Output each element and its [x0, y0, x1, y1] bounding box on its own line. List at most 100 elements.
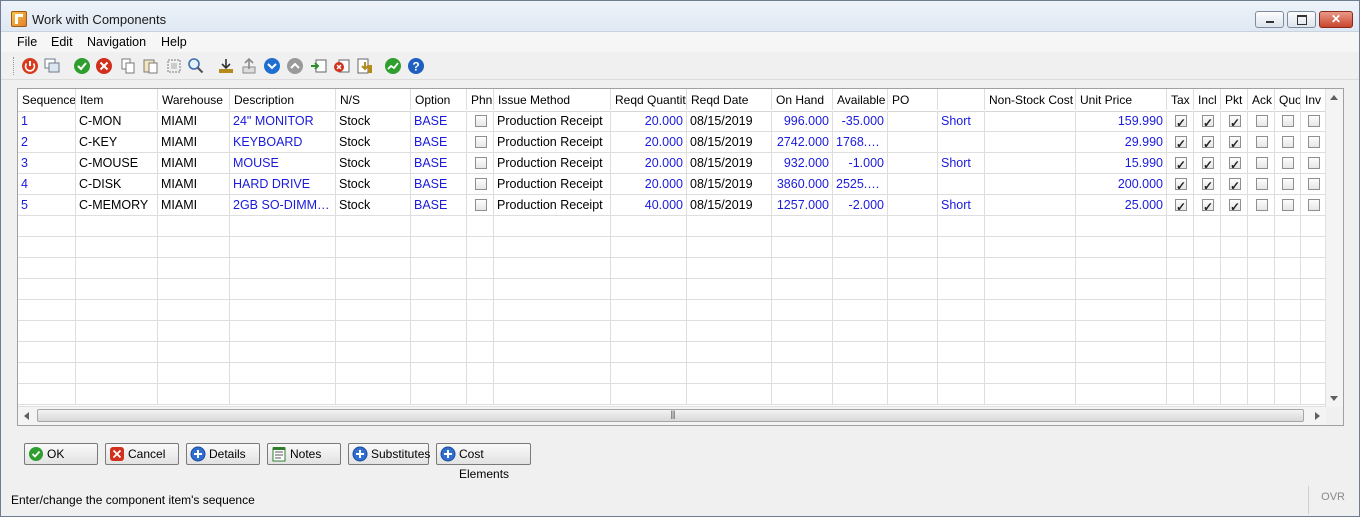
empty-cell[interactable] [1076, 216, 1167, 236]
cell-item[interactable]: C-MON [76, 111, 158, 131]
column-header-blank[interactable] [938, 89, 985, 110]
incl-checkbox[interactable] [1202, 155, 1214, 173]
empty-cell[interactable] [76, 363, 158, 383]
cell-desc[interactable]: KEYBOARD [230, 132, 336, 152]
cell-issue[interactable]: Production Receipt [494, 195, 611, 215]
cell-seq[interactable]: 4 [18, 174, 76, 194]
cell-qty[interactable]: 20.000 [611, 111, 687, 131]
empty-cell[interactable] [1076, 258, 1167, 278]
cell-incl[interactable] [1194, 174, 1221, 194]
empty-cell[interactable] [411, 300, 467, 320]
empty-cell[interactable] [467, 237, 494, 257]
cell-seq[interactable]: 2 [18, 132, 76, 152]
empty-cell[interactable] [1221, 237, 1248, 257]
cell-quo[interactable] [1275, 132, 1301, 152]
table-row[interactable]: 5 C-MEMORY MIAMI 2GB SO-DIMM 1... Stock BASE P… [18, 195, 1326, 216]
column-header-unit-price[interactable]: Unit Price [1076, 89, 1167, 110]
column-header-non-stock-cost[interactable]: Non-Stock Cost [985, 89, 1076, 110]
cell-nscost[interactable] [985, 195, 1076, 215]
column-header-tax[interactable]: Tax [1167, 89, 1194, 110]
empty-cell[interactable] [158, 258, 230, 278]
empty-cell[interactable] [687, 342, 772, 362]
cell-seq[interactable]: 5 [18, 195, 76, 215]
cell-price[interactable]: 15.990 [1076, 153, 1167, 173]
empty-cell[interactable] [1301, 342, 1326, 362]
empty-cell[interactable] [1194, 300, 1221, 320]
column-header-description[interactable]: Description [230, 89, 336, 110]
empty-cell[interactable] [1167, 237, 1194, 257]
cell-po[interactable] [888, 132, 938, 152]
empty-cell[interactable] [1248, 216, 1275, 236]
cell-quo[interactable] [1275, 153, 1301, 173]
empty-cell[interactable] [833, 342, 888, 362]
cell-onhand[interactable]: 2742.000 [772, 132, 833, 152]
empty-cell[interactable] [1194, 342, 1221, 362]
empty-cell[interactable] [938, 279, 985, 299]
empty-row[interactable] [18, 258, 1326, 279]
pkt-checkbox[interactable] [1229, 113, 1241, 131]
empty-cell[interactable] [18, 363, 76, 383]
tax-checkbox[interactable] [1175, 113, 1187, 131]
empty-cell[interactable] [411, 216, 467, 236]
empty-cell[interactable] [985, 300, 1076, 320]
table-row[interactable]: 4 C-DISK MIAMI HARD DRIVE Stock BASE Productio… [18, 174, 1326, 195]
empty-cell[interactable] [230, 384, 336, 404]
empty-cell[interactable] [467, 300, 494, 320]
cell-tax[interactable] [1167, 174, 1194, 194]
empty-cell[interactable] [888, 321, 938, 341]
empty-cell[interactable] [1167, 384, 1194, 404]
empty-cell[interactable] [1167, 279, 1194, 299]
notes-button[interactable]: Notes [267, 443, 341, 465]
cell-ack[interactable] [1248, 195, 1275, 215]
empty-cell[interactable] [1167, 258, 1194, 278]
minimize-button[interactable] [1255, 11, 1284, 28]
cell-onhand[interactable]: 996.000 [772, 111, 833, 131]
empty-cell[interactable] [1221, 384, 1248, 404]
empty-cell[interactable] [611, 279, 687, 299]
cancel-x-icon[interactable] [95, 57, 113, 75]
empty-cell[interactable] [76, 300, 158, 320]
incl-checkbox[interactable] [1202, 197, 1214, 215]
empty-cell[interactable] [833, 237, 888, 257]
empty-cell[interactable] [1248, 384, 1275, 404]
empty-cell[interactable] [76, 342, 158, 362]
cell-quo[interactable] [1275, 195, 1301, 215]
empty-cell[interactable] [1275, 216, 1301, 236]
empty-cell[interactable] [467, 384, 494, 404]
column-header-item[interactable]: Item [76, 89, 158, 110]
empty-cell[interactable] [336, 342, 411, 362]
empty-cell[interactable] [18, 279, 76, 299]
pkt-checkbox[interactable] [1229, 134, 1241, 152]
copy-window-icon[interactable] [43, 57, 61, 75]
cell-pkt[interactable] [1221, 174, 1248, 194]
title-bar[interactable]: Work with Components [1, 1, 1359, 32]
cell-ack[interactable] [1248, 153, 1275, 173]
maximize-button[interactable] [1287, 11, 1316, 28]
column-header-inv[interactable]: Inv [1301, 89, 1327, 110]
cell-desc[interactable]: 2GB SO-DIMM 1... [230, 195, 336, 215]
empty-cell[interactable] [467, 258, 494, 278]
empty-cell[interactable] [158, 279, 230, 299]
empty-cell[interactable] [1167, 216, 1194, 236]
empty-cell[interactable] [467, 279, 494, 299]
empty-cell[interactable] [158, 216, 230, 236]
empty-cell[interactable] [772, 321, 833, 341]
empty-cell[interactable] [1275, 258, 1301, 278]
empty-cell[interactable] [494, 279, 611, 299]
cell-tax[interactable] [1167, 132, 1194, 152]
empty-cell[interactable] [938, 363, 985, 383]
empty-cell[interactable] [687, 300, 772, 320]
empty-cell[interactable] [985, 258, 1076, 278]
empty-cell[interactable] [1167, 363, 1194, 383]
cell-short[interactable]: Short [938, 153, 985, 173]
cell-wh[interactable]: MIAMI [158, 195, 230, 215]
empty-cell[interactable] [467, 321, 494, 341]
insert-row-icon[interactable] [310, 57, 328, 75]
cell-opt[interactable]: BASE [411, 174, 467, 194]
empty-cell[interactable] [833, 363, 888, 383]
cell-avail[interactable]: -35.000 [833, 111, 888, 131]
inv-checkbox[interactable] [1308, 178, 1320, 190]
column-header-available[interactable]: Available [833, 89, 888, 110]
empty-cell[interactable] [158, 237, 230, 257]
empty-cell[interactable] [833, 384, 888, 404]
